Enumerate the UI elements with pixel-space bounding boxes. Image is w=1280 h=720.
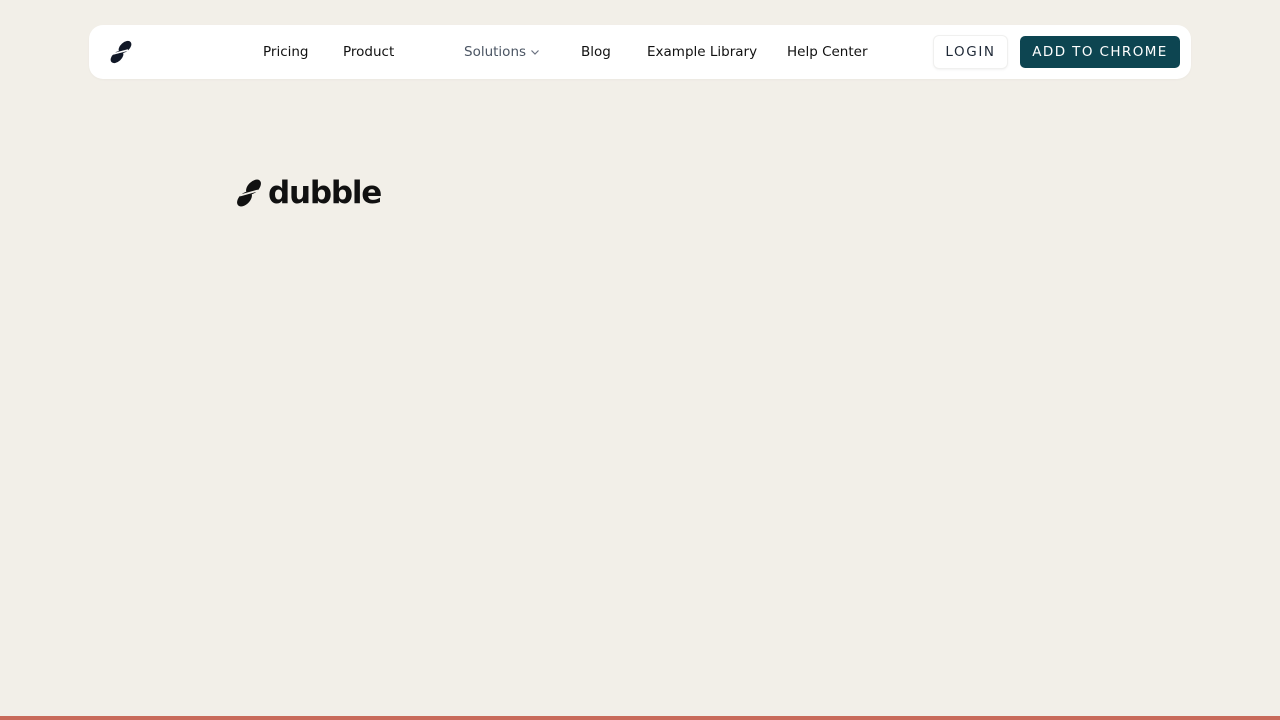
dubble-logo-icon[interactable] (108, 39, 134, 65)
nav-link-pricing[interactable]: Pricing (263, 25, 309, 79)
brand-wordmark: dubble (268, 175, 382, 211)
dubble-logo-icon (237, 179, 261, 207)
brand-logo: dubble (234, 175, 382, 211)
nav-link-example-library[interactable]: Example Library (647, 25, 757, 79)
chevron-down-icon (531, 50, 539, 55)
top-navbar: Pricing Product Solutions Blog Example L… (89, 25, 1191, 79)
bottom-accent-bar (0, 716, 1280, 720)
nav-link-solutions-label: Solutions (464, 44, 527, 60)
add-to-chrome-button[interactable]: ADD TO CHROME (1020, 36, 1180, 68)
nav-link-blog[interactable]: Blog (581, 25, 611, 79)
nav-link-solutions[interactable]: Solutions (464, 25, 540, 79)
login-button[interactable]: LOGIN (934, 36, 1007, 68)
nav-link-product[interactable]: Product (343, 25, 394, 79)
nav-link-help-center[interactable]: Help Center (787, 25, 868, 79)
